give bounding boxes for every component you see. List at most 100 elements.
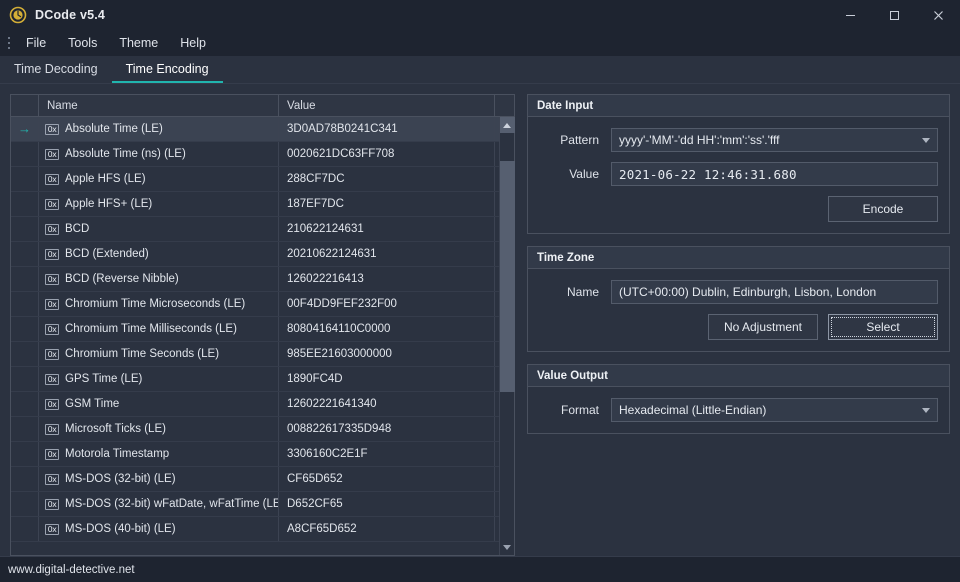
hex-format-icon: 0x — [45, 448, 59, 460]
row-value-cell: 3306160C2E1F — [279, 442, 495, 466]
row-value-cell: 187EF7DC — [279, 192, 495, 216]
menu-item-tools[interactable]: Tools — [57, 30, 108, 56]
table-row[interactable]: 0x GSM Time 12602221641340 — [11, 392, 514, 417]
row-value-cell: 0020621DC63FF708 — [279, 142, 495, 166]
row-name-cell: 0x BCD (Reverse Nibble) — [39, 267, 279, 291]
row-value-cell: D652CF65 — [279, 492, 495, 516]
row-name-label: Microsoft Ticks (LE) — [65, 423, 166, 435]
hex-format-icon: 0x — [45, 398, 59, 410]
application-window: DCode v5.4 File Tools Theme Help Time De… — [0, 0, 960, 582]
row-value-cell: 12602221641340 — [279, 392, 495, 416]
chevron-down-icon — [922, 408, 930, 413]
row-name-label: Apple HFS+ (LE) — [65, 198, 153, 210]
row-name-label: Apple HFS (LE) — [65, 173, 146, 185]
hex-format-icon: 0x — [45, 298, 59, 310]
table-header-value[interactable]: Value — [279, 95, 495, 116]
status-bar: www.digital-detective.net — [0, 556, 960, 582]
window-title: DCode v5.4 — [35, 8, 106, 22]
row-selection-marker: → — [11, 117, 39, 141]
minimize-button[interactable] — [828, 0, 872, 30]
row-value-cell: 1890FC4D — [279, 367, 495, 391]
table-row[interactable]: 0x BCD (Extended) 20210622124631 — [11, 242, 514, 267]
row-name-cell: 0x Chromium Time Seconds (LE) — [39, 342, 279, 366]
table-row[interactable]: 0x MS-DOS (32-bit) (LE) CF65D652 — [11, 467, 514, 492]
table-row[interactable]: 0x Motorola Timestamp 3306160C2E1F — [11, 442, 514, 467]
menu-item-help[interactable]: Help — [169, 30, 217, 56]
no-adjustment-button[interactable]: No Adjustment — [708, 314, 818, 340]
clock-icon — [9, 6, 27, 24]
window-controls — [828, 0, 960, 30]
table-row[interactable]: 0x BCD 210622124631 — [11, 217, 514, 242]
hex-format-icon: 0x — [45, 148, 59, 160]
settings-column: Date Input Pattern yyyy'-'MM'-'dd HH':'m… — [527, 94, 950, 556]
select-timezone-button[interactable]: Select — [828, 314, 938, 340]
scroll-up-button[interactable] — [499, 117, 515, 133]
row-name-label: GSM Time — [65, 398, 120, 410]
table-row[interactable]: 0x BCD (Reverse Nibble) 126022216413 — [11, 267, 514, 292]
row-value-cell: 20210622124631 — [279, 242, 495, 266]
encode-button[interactable]: Encode — [828, 196, 938, 222]
row-name-label: Chromium Time Microseconds (LE) — [65, 298, 246, 310]
row-selection-marker — [11, 217, 39, 241]
table-header-name[interactable]: Name — [39, 95, 279, 116]
table-row[interactable]: 0x Chromium Time Milliseconds (LE) 8080416… — [11, 317, 514, 342]
table-row[interactable]: 0x Apple HFS+ (LE) 187EF7DC — [11, 192, 514, 217]
row-value-cell: CF65D652 — [279, 467, 495, 491]
row-name-cell: 0x MS-DOS (32-bit) (LE) — [39, 467, 279, 491]
table-header-spacer — [495, 95, 514, 116]
date-input-title: Date Input — [528, 95, 949, 117]
time-zone-name-row: Name (UTC+00:00) Dublin, Edinburgh, Lisb… — [539, 280, 938, 304]
row-value-cell: 008822617335D948 — [279, 417, 495, 441]
table-row[interactable]: 0x Chromium Time Seconds (LE) 985EE2160300… — [11, 342, 514, 367]
scrollbar-track[interactable] — [499, 133, 515, 539]
row-name-label: Absolute Time (ns) (LE) — [65, 148, 186, 160]
table-row[interactable]: 0x MS-DOS (32-bit) wFatDate, wFatTime (LE… — [11, 492, 514, 517]
table-vertical-scrollbar[interactable] — [499, 117, 515, 555]
tab-time-encoding[interactable]: Time Encoding — [111, 56, 223, 83]
hex-format-icon: 0x — [45, 523, 59, 535]
menu-item-file[interactable]: File — [15, 30, 57, 56]
time-zone-title: Time Zone — [528, 247, 949, 269]
pattern-combobox[interactable]: yyyy'-'MM'-'dd HH':'mm':'ss'.'fff — [611, 128, 938, 152]
date-value-input[interactable]: 2021-06-22 12:46:31.680 — [611, 162, 938, 186]
row-name-cell: 0x GSM Time — [39, 392, 279, 416]
menu-item-theme[interactable]: Theme — [108, 30, 169, 56]
output-format-combobox[interactable]: Hexadecimal (Little-Endian) — [611, 398, 938, 422]
table-row[interactable]: 0x Chromium Time Microseconds (LE) 00F4DD9… — [11, 292, 514, 317]
table-row[interactable]: 0x Apple HFS (LE) 288CF7DC — [11, 167, 514, 192]
row-selection-marker — [11, 367, 39, 391]
pattern-row: Pattern yyyy'-'MM'-'dd HH':'mm':'ss'.'ff… — [539, 128, 938, 152]
drag-grip-icon[interactable] — [3, 30, 15, 56]
table-row[interactable]: 0x Microsoft Ticks (LE) 008822617335D948 — [11, 417, 514, 442]
scrollbar-thumb[interactable] — [499, 161, 515, 392]
table-row[interactable]: → 0x Absolute Time (LE) 3D0AD78B0241C341 — [11, 117, 514, 142]
table-row[interactable]: 0x GPS Time (LE) 1890FC4D — [11, 367, 514, 392]
encoding-results-table: Name Value → 0x Absolute Time (LE) 3D0AD78B… — [10, 94, 515, 556]
row-name-label: Absolute Time (LE) — [65, 123, 163, 135]
table-body: → 0x Absolute Time (LE) 3D0AD78B0241C341 0x A… — [11, 117, 514, 555]
row-name-label: BCD (Reverse Nibble) — [65, 273, 179, 285]
time-zone-group: Time Zone Name (UTC+00:00) Dublin, Edinb… — [527, 246, 950, 352]
tab-time-decoding[interactable]: Time Decoding — [0, 56, 112, 83]
maximize-button[interactable] — [872, 0, 916, 30]
scroll-down-button[interactable] — [500, 539, 515, 555]
row-name-label: MS-DOS (40-bit) (LE) — [65, 523, 176, 535]
row-name-label: Motorola Timestamp — [65, 448, 170, 460]
hex-format-icon: 0x — [45, 323, 59, 335]
row-name-cell: 0x MS-DOS (40-bit) (LE) — [39, 517, 279, 541]
row-name-label: BCD — [65, 223, 90, 235]
row-name-cell: 0x GPS Time (LE) — [39, 367, 279, 391]
output-format-label: Format — [560, 403, 599, 417]
table-header-indicator — [11, 95, 39, 116]
hex-format-icon: 0x — [45, 473, 59, 485]
close-button[interactable] — [916, 0, 960, 30]
table-row[interactable]: 0x MS-DOS (40-bit) (LE) A8CF65D652 — [11, 517, 514, 542]
row-value-cell: A8CF65D652 — [279, 517, 495, 541]
table-row[interactable]: 0x Absolute Time (ns) (LE) 0020621DC63FF70… — [11, 142, 514, 167]
row-value-cell: 126022216413 — [279, 267, 495, 291]
row-name-label: Chromium Time Seconds (LE) — [65, 348, 220, 360]
row-name-label: MS-DOS (32-bit) (LE) — [65, 473, 176, 485]
row-selection-marker — [11, 192, 39, 216]
time-zone-name-label: Name — [566, 285, 599, 299]
row-name-cell: 0x Motorola Timestamp — [39, 442, 279, 466]
